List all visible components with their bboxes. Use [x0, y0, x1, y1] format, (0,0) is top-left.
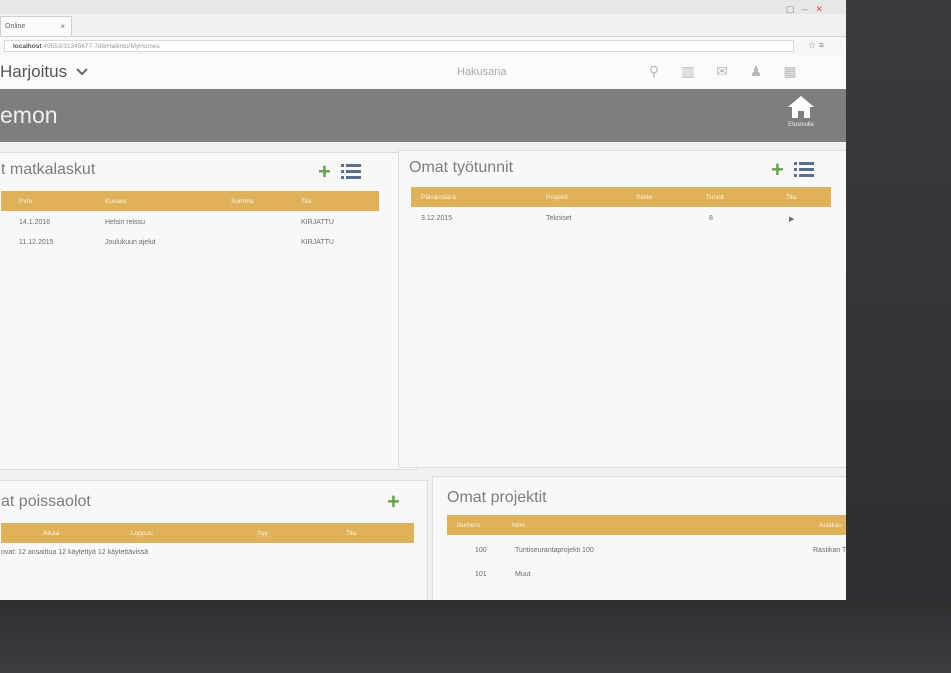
chevron-down-icon — [76, 68, 88, 76]
add-work-hours-button[interactable]: + — [771, 159, 784, 181]
column-header[interactable]: Nimi — [512, 522, 525, 529]
row-status: KIRJATTU — [301, 239, 334, 246]
search-icon[interactable]: ⚲ — [646, 63, 662, 80]
company-selector[interactable]: Harjoitus — [0, 62, 89, 82]
monitor-bezel-right — [846, 0, 951, 673]
row-number: 101 — [475, 571, 487, 578]
row-name: Tuntiseurantaprojekti 100 — [515, 547, 594, 554]
table-row[interactable]: 3.12.2015 Tekniset 8 ▶ — [411, 215, 831, 229]
add-absence-button[interactable]: + — [387, 491, 400, 513]
column-header[interactable]: Tila — [301, 198, 311, 205]
user-icon[interactable]: ♟ — [748, 63, 764, 80]
row-status[interactable]: ▶ — [789, 215, 794, 223]
absences-summary: ovat: 12 ansaittua 12 käytettyä 12 käyte… — [1, 549, 414, 563]
home-button[interactable]: Etusivulle — [776, 95, 826, 128]
projects-panel: Omat projektit Numero Nimi Asiakas 100 T… — [432, 476, 908, 600]
row-description: Joulukuun ajelut — [105, 239, 156, 246]
maximize-icon[interactable]: ▢ — [786, 4, 803, 14]
column-header[interactable]: Asiakas — [819, 522, 842, 529]
list-icon[interactable] — [340, 163, 361, 181]
row-date: 3.12.2015 — [421, 215, 453, 222]
column-header[interactable]: Päivämäärä — [421, 194, 456, 201]
url-input[interactable]: localhost:49553/31345677-7d8/Hallinto/My… — [4, 40, 794, 52]
screen: Online × ▢–✕ localhost:49553/31345677-7d… — [0, 0, 951, 600]
column-header[interactable]: Alkaa — [43, 530, 59, 537]
column-header[interactable]: Pvm — [19, 198, 32, 205]
url-path: :49553/31345677-7d8/Hallinto/MyHomes — [41, 43, 160, 50]
company-name: Harjoitus — [0, 62, 68, 81]
absences-table-header: Alkaa Loppuu Syy Tila — [1, 523, 414, 543]
home-icon — [788, 96, 814, 118]
travel-expenses-title: t matkalaskut — [1, 161, 96, 178]
row-date: 14.1.2016 — [19, 219, 51, 226]
row-date: 11.12.2015 — [19, 239, 54, 246]
column-header[interactable]: Kuvaus — [105, 198, 127, 205]
row-name: Muut — [515, 571, 531, 578]
column-header[interactable]: Tila — [346, 530, 356, 537]
row-number: 100 — [475, 547, 487, 554]
column-header[interactable]: Syy — [257, 530, 268, 537]
projects-table-header: Numero Nimi Asiakas — [447, 515, 899, 535]
grid-icon[interactable]: ▦ — [782, 63, 798, 80]
chart-icon[interactable]: ▥ — [680, 63, 696, 80]
window-controls: ▢–✕ — [786, 4, 831, 15]
absences-actions: + — [387, 491, 400, 513]
travel-expenses-panel: t matkalaskut + Pvm Kuvaus Summa Tila 14… — [0, 152, 417, 470]
address-bar: localhost:49553/31345677-7d8/Hallinto/My… — [0, 36, 846, 56]
table-row[interactable]: 101 Muut — [447, 571, 899, 585]
absences-title: at poissaolot — [1, 493, 91, 510]
header-icons: ⚲ ▥ ✉ ♟ ▦ — [646, 63, 798, 80]
mail-icon[interactable]: ✉ — [714, 63, 730, 80]
column-header[interactable]: Selite — [636, 194, 652, 201]
absences-summary-text: ovat: 12 ansaittua 12 käytettyä 12 käyte… — [1, 549, 149, 556]
travel-actions: + — [318, 161, 361, 183]
row-status: KIRJATTU — [301, 219, 334, 226]
close-window-icon[interactable]: ✕ — [815, 4, 831, 14]
table-row[interactable]: 14.1.2016 Helsin reissu KIRJATTU — [1, 219, 379, 233]
browser-tab[interactable]: Online × — [0, 16, 72, 36]
list-icon[interactable] — [793, 161, 814, 179]
page-title: emon — [0, 102, 58, 128]
column-header[interactable]: Summa — [231, 198, 253, 205]
add-travel-expense-button[interactable]: + — [318, 161, 331, 183]
work-hours-title: Omat työtunnit — [409, 159, 514, 176]
column-header[interactable]: Tila — [786, 194, 796, 201]
work-hours-panel: Omat työtunnit + Päivämäärä Projekti Sel… — [398, 150, 848, 468]
browser-tab-title: Online — [5, 23, 26, 30]
home-label: Etusivulle — [788, 122, 814, 128]
projects-title: Omat projektit — [447, 489, 547, 506]
minimize-icon[interactable]: – — [802, 4, 815, 14]
bookmark-star-icon[interactable]: ☆ ≡ — [808, 40, 824, 51]
close-tab-icon[interactable]: × — [60, 17, 65, 37]
monitor-bezel-bottom — [0, 600, 951, 673]
app-header: Harjoitus Hakusana ⚲ ▥ ✉ ♟ ▦ — [0, 55, 846, 90]
column-header[interactable]: Projekti — [546, 194, 568, 201]
table-row[interactable]: 11.12.2015 Joulukuun ajelut KIRJATTU — [1, 239, 379, 253]
column-header[interactable]: Numero — [457, 522, 480, 529]
hours-actions: + — [771, 159, 814, 181]
column-header[interactable]: Loppuu — [131, 530, 153, 537]
page-title-bar: emon Etusivulle — [0, 89, 846, 142]
url-host: localhost — [13, 43, 42, 50]
row-description: Helsin reissu — [105, 219, 146, 226]
absences-panel: at poissaolot + Alkaa Loppuu Syy Tila ov… — [0, 480, 428, 600]
row-project: Tekniset — [546, 215, 572, 222]
search-input[interactable]: Hakusana — [457, 66, 507, 78]
hours-table-header: Päivämäärä Projekti Selite Tunnit Tila — [411, 187, 831, 207]
column-header[interactable]: Tunnit — [706, 194, 724, 201]
table-row[interactable]: 100 Tuntiseurantaprojekti 100 Rastikan T… — [447, 547, 899, 561]
travel-table-header: Pvm Kuvaus Summa Tila — [1, 191, 379, 211]
row-hours: 8 — [709, 215, 713, 222]
